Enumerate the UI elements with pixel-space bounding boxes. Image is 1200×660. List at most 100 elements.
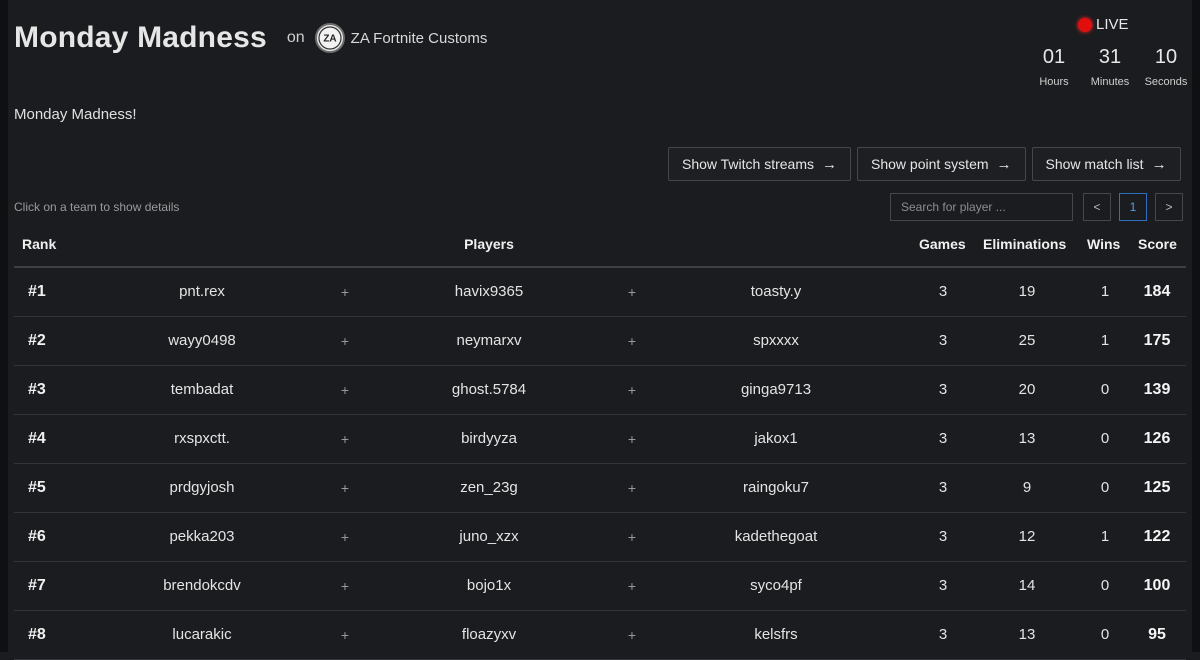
org-logo-text: ZA bbox=[323, 34, 336, 45]
org-name-link[interactable]: ZA Fortnite Customs bbox=[351, 30, 488, 47]
page-title: Monday Madness bbox=[14, 21, 267, 54]
player-2-cell: neymarxv bbox=[456, 332, 522, 349]
plus-separator: + bbox=[627, 529, 637, 545]
table-row[interactable]: #3 tembadat + ghost.5784 + ginga9713 3 2… bbox=[14, 366, 1186, 415]
player-2-cell: juno_xzx bbox=[459, 528, 519, 545]
table-row[interactable]: #6 pekka203 + juno_xzx + kadethegoat 3 1… bbox=[14, 513, 1186, 562]
games-cell: 3 bbox=[938, 332, 948, 349]
plus-separator: + bbox=[627, 382, 637, 398]
player-3-cell: jakox1 bbox=[754, 430, 798, 447]
header-games[interactable]: Games bbox=[919, 236, 966, 252]
rank-cell: #5 bbox=[28, 479, 46, 496]
chevron-right-icon: > bbox=[1165, 200, 1173, 214]
wins-cell: 0 bbox=[1100, 430, 1110, 447]
wins-cell: 1 bbox=[1100, 332, 1110, 349]
show-twitch-streams-label: Show Twitch streams bbox=[682, 156, 815, 172]
header-rank[interactable]: Rank bbox=[22, 236, 56, 252]
score-cell: 184 bbox=[1143, 283, 1171, 300]
eliminations-cell: 25 bbox=[1018, 332, 1036, 349]
eliminations-cell: 19 bbox=[1018, 283, 1036, 300]
table-row[interactable]: #4 rxspxctt. + birdyyza + jakox1 3 13 0 … bbox=[14, 415, 1186, 464]
games-cell: 3 bbox=[938, 381, 948, 398]
player-1-cell: brendokcdv bbox=[163, 577, 241, 594]
table-row[interactable]: #2 wayy0498 + neymarxv + spxxxx 3 25 1 1… bbox=[14, 317, 1186, 366]
arrow-right-icon: → bbox=[822, 155, 838, 173]
games-cell: 3 bbox=[938, 577, 948, 594]
player-search-input[interactable] bbox=[890, 193, 1073, 221]
next-page-button[interactable]: > bbox=[1155, 193, 1183, 221]
games-cell: 3 bbox=[938, 283, 948, 300]
header-eliminations[interactable]: Eliminations bbox=[983, 236, 1066, 252]
eliminations-cell: 14 bbox=[1018, 577, 1036, 594]
header-score[interactable]: Score bbox=[1138, 236, 1177, 252]
plus-separator: + bbox=[627, 578, 637, 594]
on-label: on bbox=[286, 29, 305, 46]
org-logo-icon[interactable]: ZA bbox=[314, 23, 345, 53]
rank-cell: #2 bbox=[28, 332, 46, 349]
show-point-system-button[interactable]: Show point system → bbox=[857, 147, 1026, 181]
countdown: 01 Hours 31 Minutes 10 Seconds bbox=[1026, 44, 1194, 88]
table-row[interactable]: #1 pnt.rex + havix9365 + toasty.y 3 19 1… bbox=[14, 268, 1186, 317]
plus-separator: + bbox=[627, 431, 637, 447]
rank-cell: #3 bbox=[28, 381, 46, 398]
countdown-hours: 01 Hours bbox=[1026, 44, 1082, 88]
live-dot-icon bbox=[1078, 17, 1092, 32]
wins-cell: 1 bbox=[1100, 528, 1110, 545]
player-2-cell: zen_23g bbox=[460, 479, 518, 496]
player-1-cell: prdgyjosh bbox=[169, 479, 235, 496]
table-row[interactable]: #8 lucarakic + floazyxv + kelsfrs 3 13 0… bbox=[14, 611, 1186, 660]
player-2-cell: bojo1x bbox=[466, 577, 512, 594]
score-cell: 126 bbox=[1143, 430, 1171, 447]
player-2-cell: birdyyza bbox=[461, 430, 517, 447]
arrow-right-icon: → bbox=[996, 155, 1012, 173]
player-1-cell: pnt.rex bbox=[179, 283, 225, 300]
countdown-hours-label: Hours bbox=[1039, 76, 1069, 88]
wins-cell: 0 bbox=[1100, 479, 1110, 496]
show-match-list-button[interactable]: Show match list → bbox=[1031, 147, 1181, 181]
table-row[interactable]: #5 prdgyjosh + zen_23g + raingoku7 3 9 0… bbox=[14, 464, 1186, 513]
player-1-cell: wayy0498 bbox=[168, 332, 236, 349]
table-row[interactable]: #7 brendokcdv + bojo1x + syco4pf 3 14 0 … bbox=[14, 562, 1186, 611]
chevron-left-icon: < bbox=[1093, 200, 1101, 214]
eliminations-cell: 13 bbox=[1018, 430, 1036, 447]
prev-page-button[interactable]: < bbox=[1083, 193, 1111, 221]
plus-separator: + bbox=[627, 480, 637, 496]
rank-cell: #4 bbox=[28, 430, 46, 447]
games-cell: 3 bbox=[938, 479, 948, 496]
header-wins[interactable]: Wins bbox=[1087, 236, 1120, 252]
player-2-cell: ghost.5784 bbox=[451, 381, 527, 398]
player-1-cell: rxspxctt. bbox=[174, 430, 230, 447]
leaderboard-rows: #1 pnt.rex + havix9365 + toasty.y 3 19 1… bbox=[14, 268, 1186, 660]
score-cell: 139 bbox=[1143, 381, 1171, 398]
rank-cell: #1 bbox=[28, 283, 46, 300]
plus-separator: + bbox=[340, 529, 350, 545]
player-3-cell: syco4pf bbox=[750, 577, 802, 594]
score-cell: 122 bbox=[1143, 528, 1171, 545]
wins-cell: 0 bbox=[1100, 577, 1110, 594]
countdown-minutes: 31 Minutes bbox=[1082, 44, 1138, 88]
show-match-list-label: Show match list bbox=[1045, 156, 1144, 172]
page-1-button[interactable]: 1 bbox=[1119, 193, 1147, 221]
player-2-cell: havix9365 bbox=[454, 283, 524, 300]
header-players: Players bbox=[464, 236, 514, 252]
score-cell: 125 bbox=[1143, 479, 1171, 496]
plus-separator: + bbox=[340, 578, 350, 594]
plus-separator: + bbox=[340, 382, 350, 398]
countdown-hours-value: 01 bbox=[1042, 46, 1066, 68]
action-buttons: Show Twitch streams → Show point system … bbox=[668, 147, 1187, 181]
wins-cell: 0 bbox=[1100, 381, 1110, 398]
arrow-right-icon: → bbox=[1151, 155, 1167, 173]
score-cell: 175 bbox=[1143, 332, 1171, 349]
live-label: LIVE bbox=[1096, 16, 1129, 33]
table-header: Rank Players Games Eliminations Wins Sco… bbox=[14, 232, 1186, 268]
live-badge: LIVE bbox=[1078, 16, 1129, 33]
player-3-cell: ginga9713 bbox=[740, 381, 812, 398]
show-twitch-streams-button[interactable]: Show Twitch streams → bbox=[668, 147, 852, 181]
plus-separator: + bbox=[340, 431, 350, 447]
plus-separator: + bbox=[340, 480, 350, 496]
show-point-system-label: Show point system bbox=[871, 156, 989, 172]
eliminations-cell: 9 bbox=[1022, 479, 1032, 496]
countdown-seconds-label: Seconds bbox=[1144, 76, 1188, 88]
wins-cell: 1 bbox=[1100, 283, 1110, 300]
tournament-description: Monday Madness! bbox=[14, 106, 137, 123]
